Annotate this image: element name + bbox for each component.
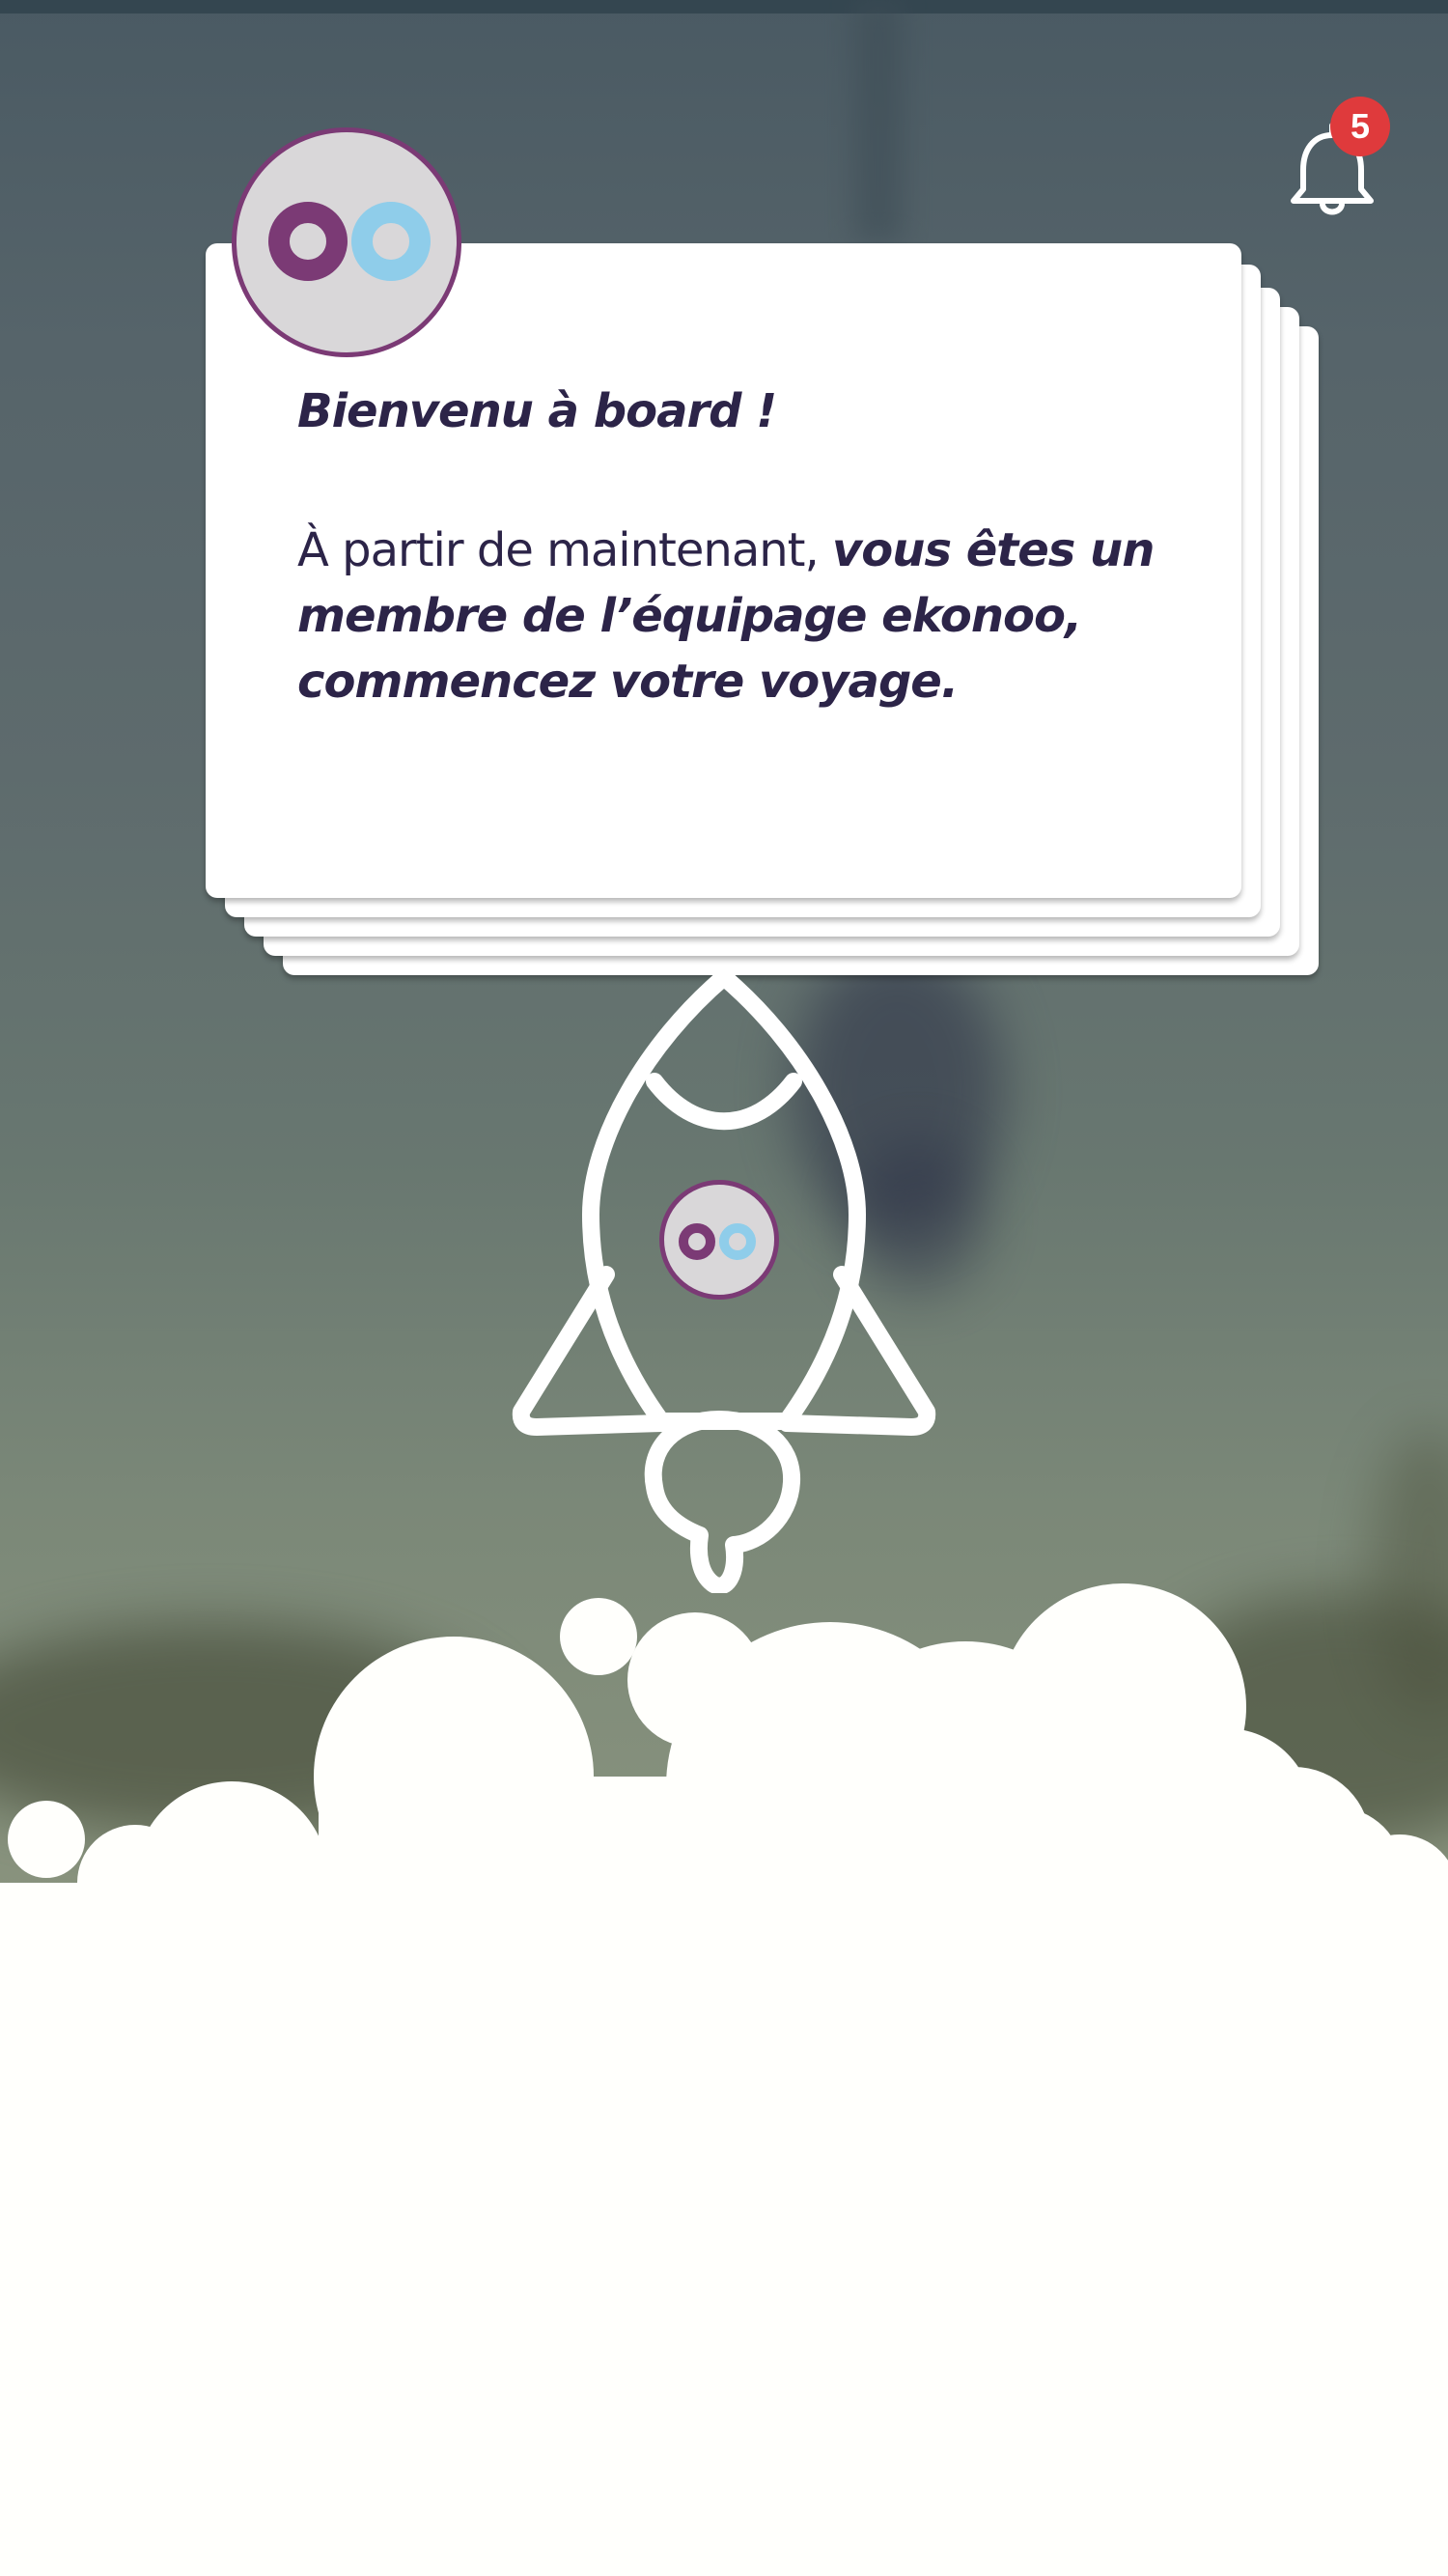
rocket-logo-badge: [659, 1180, 779, 1300]
notification-count-badge: 5: [1330, 97, 1390, 156]
card-title: Bienvenu à board !: [297, 384, 777, 438]
clouds-illustration: [0, 1583, 1448, 2576]
card-body: À partir de maintenant, vous êtes un mem…: [297, 518, 1166, 714]
card-body-text: À partir de maintenant,: [297, 523, 832, 577]
ekonoo-logo-avatar: [232, 127, 461, 357]
